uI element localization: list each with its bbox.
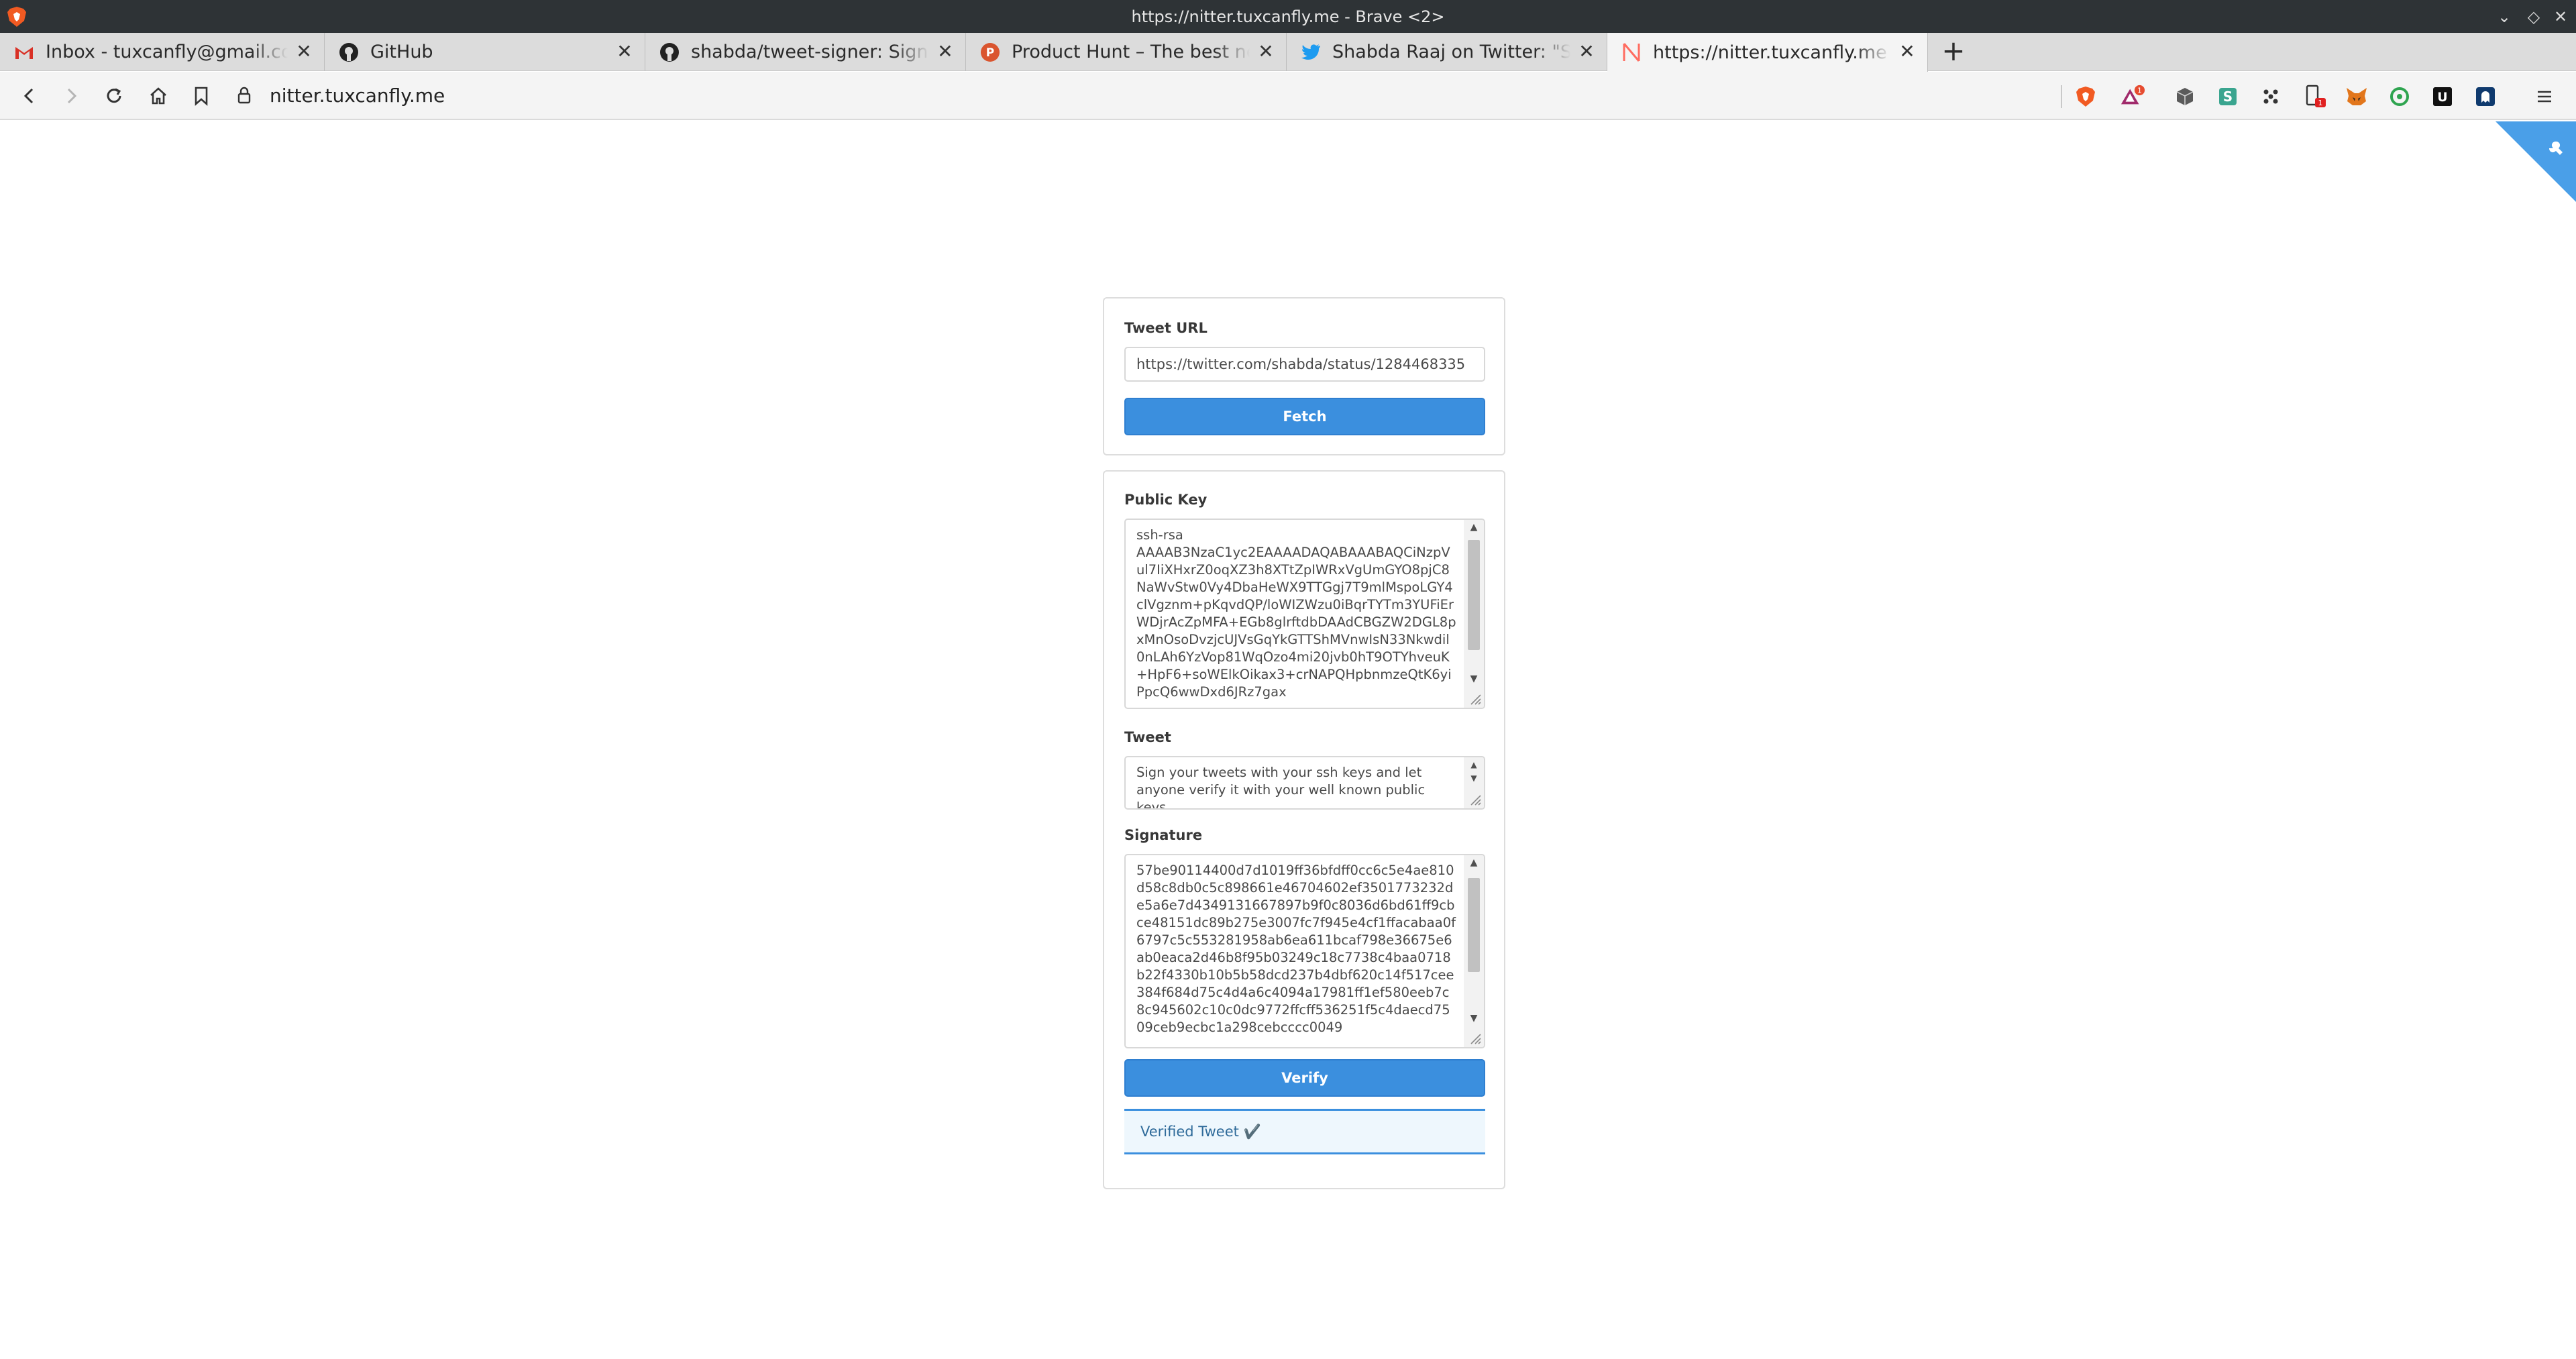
lock-icon	[237, 87, 251, 104]
scroll-up-icon[interactable]: ▲	[1464, 520, 1484, 535]
twitter-icon	[1300, 42, 1322, 63]
bookmark-icon	[195, 87, 208, 106]
browser-toolbar: nitter.tuxcanfly.me 1 S 1 U	[0, 72, 2576, 120]
forward-button[interactable]	[56, 81, 86, 111]
tab-label: Inbox - tuxcanfly@gmail.com - Gmail	[46, 42, 288, 62]
dots-extension-icon[interactable]	[2258, 84, 2284, 109]
circle-extension-icon[interactable]	[2387, 84, 2412, 109]
toolbar-divider	[2061, 85, 2062, 108]
tab-gmail[interactable]: Inbox - tuxcanfly@gmail.com - Gmail ✕	[0, 33, 325, 71]
svg-text:U: U	[2437, 90, 2447, 105]
ghost-extension-icon[interactable]	[2473, 84, 2498, 109]
github-icon	[338, 42, 360, 63]
public-key-textarea[interactable]: ssh-rsa AAAAB3NzaC1yc2EAAAADAQABAAABAQCi…	[1124, 519, 1485, 709]
tab-github[interactable]: GitHub ✕	[325, 33, 645, 71]
close-tab-icon[interactable]: ✕	[1256, 42, 1275, 61]
close-tab-icon[interactable]: ✕	[1898, 42, 1917, 61]
tweet-url-input[interactable]: https://twitter.com/shabda/status/128446…	[1124, 347, 1485, 382]
menu-icon[interactable]	[2532, 84, 2557, 109]
resize-grip-icon[interactable]	[1467, 792, 1482, 806]
public-key-text: ssh-rsa AAAAB3NzaC1yc2EAAAADAQABAAABAQCi…	[1136, 527, 1456, 700]
metamask-fox-icon[interactable]	[2344, 84, 2369, 109]
gmail-icon	[13, 42, 35, 63]
window-title: https://nitter.tuxcanfly.me - Brave <2>	[1131, 7, 1445, 26]
tweet-textarea[interactable]: Sign your tweets with your ssh keys and …	[1124, 756, 1485, 810]
public-key-scrollbar[interactable]: ▲ ▼	[1464, 520, 1484, 708]
maximize-window-icon[interactable]: ◇	[2522, 5, 2545, 28]
resize-grip-icon[interactable]	[1467, 1030, 1482, 1045]
brave-shields-icon[interactable]	[2073, 84, 2098, 109]
s-extension-icon[interactable]: S	[2215, 84, 2241, 109]
signature-scrollbar[interactable]: ▲ ▼	[1464, 855, 1484, 1047]
nitter-icon	[1621, 42, 1642, 63]
signature-textarea[interactable]: 57be90114400d7d1019ff36bfdff0cc6c5e4ae81…	[1124, 854, 1485, 1048]
scroll-up-icon[interactable]: ▲	[1464, 759, 1484, 771]
github-icon	[659, 42, 680, 63]
tab-nitter-active[interactable]: https://nitter.tuxcanfly.me ✕	[1607, 33, 1928, 72]
mobile-extension-icon[interactable]: 1	[2302, 84, 2328, 109]
tweet-label: Tweet	[1124, 729, 1171, 745]
home-button[interactable]	[144, 81, 173, 111]
scroll-down-icon[interactable]: ▼	[1464, 1011, 1484, 1026]
bookmark-button[interactable]	[186, 81, 216, 111]
tab-label: https://nitter.tuxcanfly.me	[1653, 42, 1887, 63]
scroll-up-icon[interactable]: ▲	[1464, 855, 1484, 870]
back-arrow-icon	[23, 88, 34, 104]
tab-label: Product Hunt – The best new products	[1012, 42, 1250, 62]
scroll-thumb[interactable]	[1468, 878, 1480, 972]
page-content: Tweet URL https://twitter.com/shabda/sta…	[0, 121, 2576, 1359]
cube-extension-icon[interactable]	[2172, 84, 2198, 109]
close-tab-icon[interactable]: ✕	[615, 42, 634, 61]
reload-icon	[107, 88, 121, 103]
home-icon	[150, 87, 166, 105]
close-tab-icon[interactable]: ✕	[936, 42, 955, 61]
tab-strip: Inbox - tuxcanfly@gmail.com - Gmail ✕ Gi…	[0, 33, 2576, 72]
resize-grip-icon[interactable]	[1467, 691, 1482, 706]
window-titlebar: https://nitter.tuxcanfly.me - Brave <2> …	[0, 0, 2576, 33]
forward-arrow-icon	[67, 88, 77, 104]
close-window-icon[interactable]: ✕	[2549, 5, 2572, 28]
verify-button[interactable]: Verify	[1124, 1059, 1485, 1097]
tab-twitter[interactable]: Shabda Raaj on Twitter: "Sign your tweet…	[1287, 33, 1607, 71]
svg-text:1: 1	[2137, 87, 2142, 95]
address-bar[interactable]: nitter.tuxcanfly.me	[235, 78, 2059, 112]
brave-rewards-icon[interactable]: 1	[2120, 84, 2145, 109]
github-corner-icon[interactable]	[2496, 121, 2576, 202]
scroll-down-icon[interactable]: ▼	[1464, 772, 1484, 784]
signature-label: Signature	[1124, 827, 1203, 843]
scroll-down-icon[interactable]: ▼	[1464, 671, 1484, 686]
tab-label: GitHub	[370, 42, 433, 62]
close-tab-icon[interactable]: ✕	[294, 42, 313, 61]
tab-tweet-signer-repo[interactable]: shabda/tweet-signer: Sign your tweets ✕	[645, 33, 966, 71]
reload-button[interactable]	[99, 81, 129, 111]
svg-text:1: 1	[2318, 99, 2323, 107]
scroll-thumb[interactable]	[1468, 540, 1480, 650]
svg-text:P: P	[986, 46, 994, 60]
tab-label: Shabda Raaj on Twitter: "Sign your tweet…	[1332, 42, 1570, 62]
product-hunt-icon: P	[979, 42, 1001, 63]
back-button[interactable]	[15, 81, 44, 111]
url-text: nitter.tuxcanfly.me	[270, 84, 445, 107]
public-key-label: Public Key	[1124, 492, 1208, 508]
signature-text: 57be90114400d7d1019ff36bfdff0cc6c5e4ae81…	[1136, 863, 1456, 1035]
tab-label: shabda/tweet-signer: Sign your tweets	[691, 42, 929, 62]
new-tab-button[interactable]: +	[1939, 37, 1968, 66]
verification-result-message: Verified Tweet ✔️	[1124, 1109, 1485, 1154]
tab-product-hunt[interactable]: P Product Hunt – The best new products ✕	[966, 33, 1287, 71]
svg-text:S: S	[2223, 89, 2233, 105]
close-tab-icon[interactable]: ✕	[1577, 42, 1596, 61]
tweet-text: Sign your tweets with your ssh keys and …	[1136, 765, 1430, 810]
minimize-window-icon[interactable]: ⌄	[2493, 5, 2516, 28]
u-extension-icon[interactable]: U	[2430, 84, 2455, 109]
tweet-url-label: Tweet URL	[1124, 320, 1208, 336]
fetch-card: Tweet URL https://twitter.com/shabda/sta…	[1103, 297, 1505, 455]
fetch-button[interactable]: Fetch	[1124, 398, 1485, 435]
verify-card: Public Key ssh-rsa AAAAB3NzaC1yc2EAAAADA…	[1103, 470, 1505, 1189]
